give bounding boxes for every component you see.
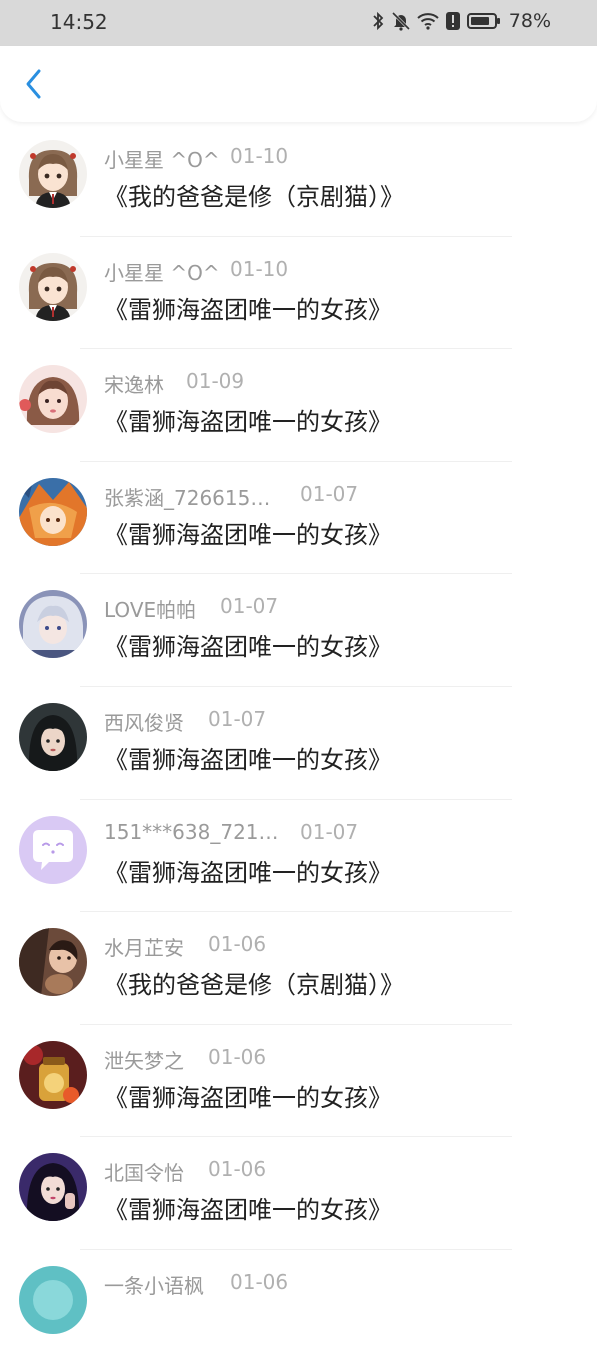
- bluetooth-icon: [371, 11, 385, 31]
- work-title[interactable]: 《雷狮海盗团唯一的女孩》: [104, 290, 392, 325]
- commenter-name[interactable]: 张紫涵_726615…: [104, 482, 270, 511]
- commenter-name[interactable]: 宋逸林: [104, 369, 164, 398]
- comment-list: 小星星 ^O^ 01-10 《我的爸爸是修（京剧猫）》 小星星 ^O^ 01-1…: [0, 124, 597, 1363]
- work-title[interactable]: 《雷狮海盗团唯一的女孩》: [104, 1190, 392, 1225]
- work-title[interactable]: 《雷狮海盗团唯一的女孩》: [104, 627, 392, 662]
- commenter-name[interactable]: 西风俊贤: [104, 707, 184, 736]
- work-title[interactable]: 《雷狮海盗团唯一的女孩》: [104, 853, 392, 888]
- top-app-bar: [0, 46, 597, 122]
- status-time: 14:52: [50, 10, 108, 34]
- avatar[interactable]: [19, 140, 87, 208]
- comment-date: 01-09: [186, 369, 245, 394]
- list-item[interactable]: LOVE帕帕 01-07 《雷狮海盗团唯一的女孩》: [0, 574, 597, 687]
- list-item[interactable]: 一条小语枫 01-06: [0, 1250, 597, 1363]
- commenter-name[interactable]: 一条小语枫: [104, 1270, 204, 1299]
- battery-percent: 78%: [508, 10, 551, 32]
- list-item[interactable]: 西风俊贤 01-07 《雷狮海盗团唯一的女孩》: [0, 687, 597, 800]
- avatar[interactable]: [19, 590, 87, 659]
- list-item[interactable]: 水月芷安 01-06 《我的爸爸是修（京剧猫）》: [0, 912, 597, 1025]
- wifi-icon: [417, 12, 439, 30]
- list-item[interactable]: 小星星 ^O^ 01-10 《我的爸爸是修（京剧猫）》: [0, 124, 597, 237]
- list-item[interactable]: 北国令怡 01-06 《雷狮海盗团唯一的女孩》: [0, 1137, 597, 1250]
- work-title[interactable]: 《雷狮海盗团唯一的女孩》: [104, 402, 392, 437]
- work-title[interactable]: 《雷狮海盗团唯一的女孩》: [104, 515, 392, 550]
- comment-date: 01-07: [300, 481, 359, 506]
- commenter-name[interactable]: 小星星 ^O^: [104, 144, 220, 173]
- commenter-name[interactable]: 水月芷安: [104, 932, 184, 961]
- avatar[interactable]: [19, 1040, 87, 1109]
- battery-icon: [466, 12, 501, 30]
- list-item[interactable]: 泄矢梦之 01-06 《雷狮海盗团唯一的女孩》: [0, 1025, 597, 1138]
- list-item[interactable]: 小星星 ^O^ 01-10 《雷狮海盗团唯一的女孩》: [0, 237, 597, 350]
- avatar[interactable]: [19, 928, 87, 997]
- comment-date: 01-07: [208, 706, 267, 731]
- avatar[interactable]: [19, 1153, 87, 1222]
- commenter-name[interactable]: 151***638_721…: [104, 820, 279, 844]
- comment-date: 01-07: [220, 594, 279, 619]
- comment-date: 01-06: [208, 1157, 267, 1182]
- avatar[interactable]: [19, 252, 87, 321]
- list-item[interactable]: 宋逸林 01-09 《雷狮海盗团唯一的女孩》: [0, 349, 597, 462]
- mute-bell-icon: [391, 11, 411, 31]
- chevron-left-icon: [24, 68, 44, 104]
- status-bar: 14:52 78%: [0, 0, 597, 46]
- avatar[interactable]: [19, 365, 87, 434]
- avatar[interactable]: [19, 815, 87, 884]
- work-title[interactable]: 《我的爸爸是修（京剧猫）》: [104, 177, 404, 212]
- work-title[interactable]: 《雷狮海盗团唯一的女孩》: [104, 1078, 392, 1113]
- avatar[interactable]: [19, 702, 87, 771]
- comment-date: 01-10: [230, 144, 289, 168]
- avatar[interactable]: [19, 477, 87, 546]
- work-title[interactable]: 《雷狮海盗团唯一的女孩》: [104, 740, 392, 775]
- commenter-name[interactable]: 小星星 ^O^: [104, 257, 220, 286]
- commenter-name[interactable]: 北国令怡: [104, 1157, 184, 1186]
- comment-date: 01-06: [208, 1044, 267, 1069]
- list-item[interactable]: 151***638_721… 01-07 《雷狮海盗团唯一的女孩》: [0, 800, 597, 913]
- comment-date: 01-06: [208, 932, 267, 957]
- commenter-name[interactable]: LOVE帕帕: [104, 594, 196, 623]
- work-title[interactable]: 《我的爸爸是修（京剧猫）》: [104, 965, 404, 1000]
- comment-date: 01-10: [230, 256, 289, 281]
- list-item[interactable]: 张紫涵_726615… 01-07 《雷狮海盗团唯一的女孩》: [0, 462, 597, 575]
- comment-date: 01-07: [300, 819, 359, 844]
- back-button[interactable]: [16, 66, 52, 106]
- commenter-name[interactable]: 泄矢梦之: [104, 1045, 184, 1074]
- alert-icon: [445, 11, 461, 31]
- status-icons: 78%: [371, 10, 551, 32]
- avatar[interactable]: [19, 1265, 87, 1334]
- comment-date: 01-06: [230, 1269, 289, 1294]
